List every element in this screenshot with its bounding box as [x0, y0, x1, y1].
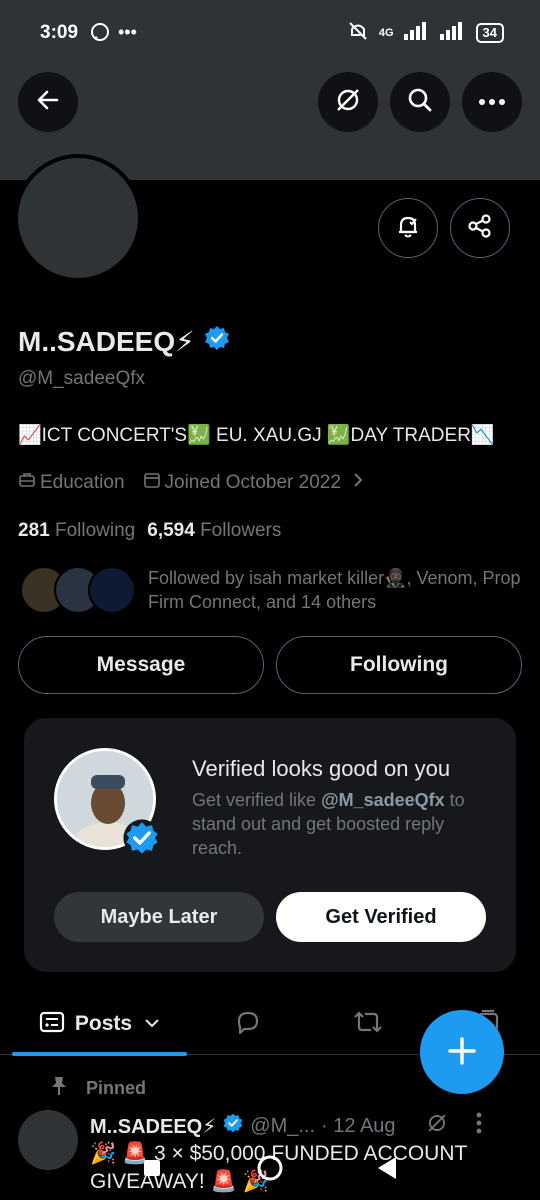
chevron-right-icon — [353, 472, 363, 494]
get-verified-button[interactable]: Get Verified — [276, 892, 486, 942]
pinned-indicator: Pinned — [48, 1075, 146, 1102]
post-verified-badge-icon — [222, 1112, 244, 1140]
status-right: 4G 34 — [347, 20, 504, 45]
back-arrow-icon — [35, 87, 61, 118]
followers-count-link[interactable]: 6,594 Followers — [147, 520, 281, 542]
status-bar: 3:09 ••• 4G 34 — [0, 0, 540, 64]
search-button[interactable] — [390, 72, 450, 132]
followed-by-avatars — [20, 564, 140, 616]
profile-bio: 📈ICT CONCERT'S💹 EU. XAU.GJ 💹DAY TRADER📉 — [18, 425, 495, 446]
following-count-link[interactable]: 281 Following — [18, 520, 135, 542]
tab-posts-label: Posts — [74, 1012, 133, 1035]
back-nav-button[interactable] — [370, 1152, 406, 1188]
post-date: · 12 Aug — [321, 1114, 396, 1137]
active-tab-indicator — [12, 1052, 187, 1056]
briefcase-icon — [18, 471, 36, 495]
promo-text-handle: @M_sadeeQfx — [321, 790, 445, 810]
battery-indicator: 34 — [475, 22, 504, 43]
post-grok-icon[interactable] — [426, 1112, 448, 1140]
bell-check-icon — [394, 212, 422, 245]
posts-feed-icon — [39, 1010, 65, 1039]
followers-count-label: Followers — [200, 520, 282, 541]
promo-text-prefix: Get verified like — [192, 790, 322, 810]
notifications-button[interactable] — [378, 198, 438, 258]
mute-icon — [347, 20, 369, 45]
system-navigation-bar — [0, 1140, 540, 1200]
profile-avatar[interactable] — [14, 154, 142, 282]
promo-title: Verified looks good on you — [192, 756, 451, 781]
profile-handle: @M_sadeeQfx — [18, 368, 146, 389]
share-button[interactable] — [450, 198, 510, 258]
calendar-icon — [143, 471, 161, 495]
pin-icon — [48, 1075, 70, 1102]
signal-icon-2 — [439, 22, 466, 43]
following-count: 281 — [18, 520, 50, 541]
network-label: 4G — [378, 26, 394, 39]
tab-replies[interactable] — [200, 995, 295, 1053]
grok-button[interactable] — [318, 72, 378, 132]
following-count-label: Following — [54, 520, 136, 541]
square-icon — [141, 1157, 163, 1184]
more-notifications-icon: ••• — [118, 22, 137, 42]
whatsapp-icon — [90, 22, 110, 47]
repost-icon — [353, 1009, 383, 1040]
message-button[interactable]: Message — [18, 636, 264, 694]
search-icon — [406, 86, 434, 119]
back-button[interactable] — [18, 72, 78, 132]
grok-icon — [334, 86, 362, 119]
post-header: M..SADEEQ⚡ @M_... · 12 Aug — [90, 1112, 482, 1140]
compose-post-button[interactable] — [420, 1010, 504, 1094]
home-circle-icon — [255, 1153, 285, 1188]
follower-avatar — [88, 566, 136, 614]
chevron-down-icon — [144, 1015, 160, 1033]
category-item: Education — [18, 471, 125, 495]
more-options-button[interactable] — [462, 72, 522, 132]
followed-by-row[interactable]: Followed by isah market killer🥷🏿, Venom,… — [18, 562, 528, 620]
display-name: M..SADEEQ⚡ — [18, 326, 195, 357]
display-name-row: M..SADEEQ⚡ — [18, 324, 231, 359]
more-dots-icon — [478, 93, 506, 111]
status-notification-icons: ••• — [90, 22, 137, 47]
verified-badge-icon[interactable] — [203, 324, 231, 359]
maybe-later-button[interactable]: Maybe Later — [54, 892, 264, 942]
tab-posts[interactable]: Posts — [12, 995, 187, 1053]
following-button[interactable]: Following — [276, 636, 522, 694]
reply-bubble-icon — [234, 1008, 262, 1041]
joined-label: Joined October 2022 — [164, 472, 341, 493]
promo-verified-badge-icon — [122, 818, 162, 863]
follow-counts: 281 Following 6,594 Followers — [18, 520, 281, 542]
recent-apps-button[interactable] — [134, 1152, 170, 1188]
profile-meta: Education Joined October 2022 — [18, 471, 363, 495]
back-triangle-icon — [376, 1155, 400, 1186]
tab-reposts[interactable] — [320, 995, 415, 1053]
joined-item[interactable]: Joined October 2022 — [143, 471, 363, 495]
share-icon — [466, 212, 494, 245]
signal-icon — [403, 22, 430, 43]
verification-promo-card: Verified looks good on you Get verified … — [24, 718, 516, 972]
followed-by-text: Followed by isah market killer🥷🏿, Venom,… — [148, 568, 521, 612]
home-button[interactable] — [252, 1152, 288, 1188]
post-author-name[interactable]: M..SADEEQ⚡ — [90, 1114, 216, 1139]
post-more-icon[interactable] — [476, 1112, 482, 1140]
post-author-handle: @M_... — [250, 1114, 316, 1137]
followers-count: 6,594 — [147, 520, 195, 541]
status-time: 3:09 — [40, 22, 79, 43]
promo-text: Get verified like @M_sadeeQfx to stand o… — [192, 788, 492, 860]
category-label: Education — [40, 472, 125, 493]
pinned-label: Pinned — [86, 1078, 147, 1098]
plus-icon — [447, 1027, 477, 1077]
